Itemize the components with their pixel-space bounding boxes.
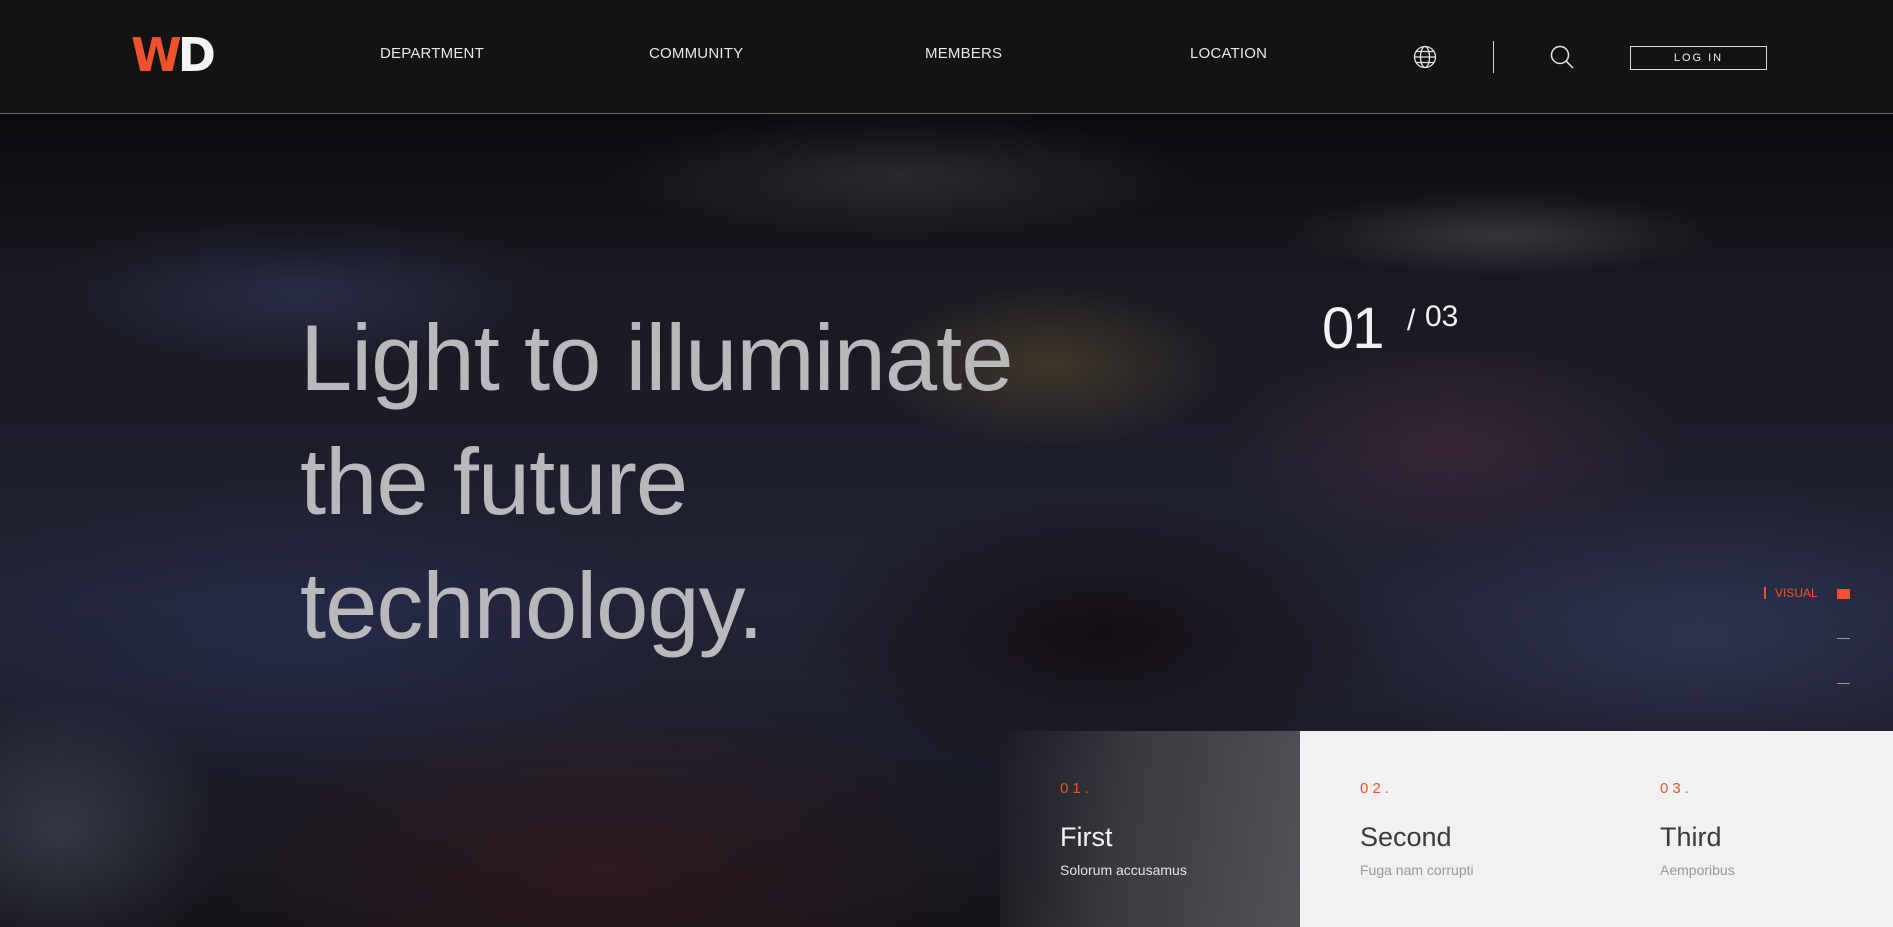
headline-line-2: the future [300,429,688,534]
card-first[interactable]: 01. First Solorum accusamus [1000,731,1300,927]
card-subtitle: Fuga nam corrupti [1360,862,1474,878]
card-number: 01. [1060,780,1093,797]
slide-counter: 01 / 03 [1322,296,1458,362]
top-header: WD DEPARTMENT COMMUNITY MEMBERS LOCATION… [0,0,1893,114]
card-third[interactable]: 03. Third Aemporibus [1600,731,1893,927]
card-number: 03. [1660,780,1693,797]
search-icon[interactable] [1549,44,1575,70]
nav-department[interactable]: DEPARTMENT [380,45,484,62]
headline-line-1: Light to illuminate [300,305,1014,410]
logo-d: D [177,28,216,82]
header-divider [1493,41,1494,73]
card-subtitle: Solorum accusamus [1060,862,1187,878]
side-indicator-active[interactable] [1837,589,1850,599]
logo[interactable]: WD [131,28,216,82]
login-button[interactable]: LOG IN [1630,46,1767,70]
side-indicator-dash-2[interactable] [1837,638,1850,639]
nav-community[interactable]: COMMUNITY [649,45,743,62]
slide-counter-separator: / [1407,304,1416,337]
card-subtitle: Aemporibus [1660,862,1735,878]
headline-line-3: technology. [300,553,764,658]
side-indicator-label: VISUAL [1764,587,1818,599]
card-title: First [1060,822,1113,852]
logo-w: W [131,28,182,82]
card-number: 02. [1360,780,1393,797]
card-second[interactable]: 02. Second Fuga nam corrupti [1300,731,1600,927]
card-title: Third [1660,822,1722,852]
slide-counter-current: 01 [1322,296,1384,361]
side-indicator-dash-3[interactable] [1837,683,1850,684]
card-title: Second [1360,822,1452,852]
slide-counter-total: 03 [1425,300,1459,333]
globe-icon[interactable] [1413,45,1437,69]
hero-headline: Light to illuminate the future technolog… [300,296,1100,668]
nav-location[interactable]: LOCATION [1190,45,1267,62]
nav-members[interactable]: MEMBERS [925,45,1002,62]
